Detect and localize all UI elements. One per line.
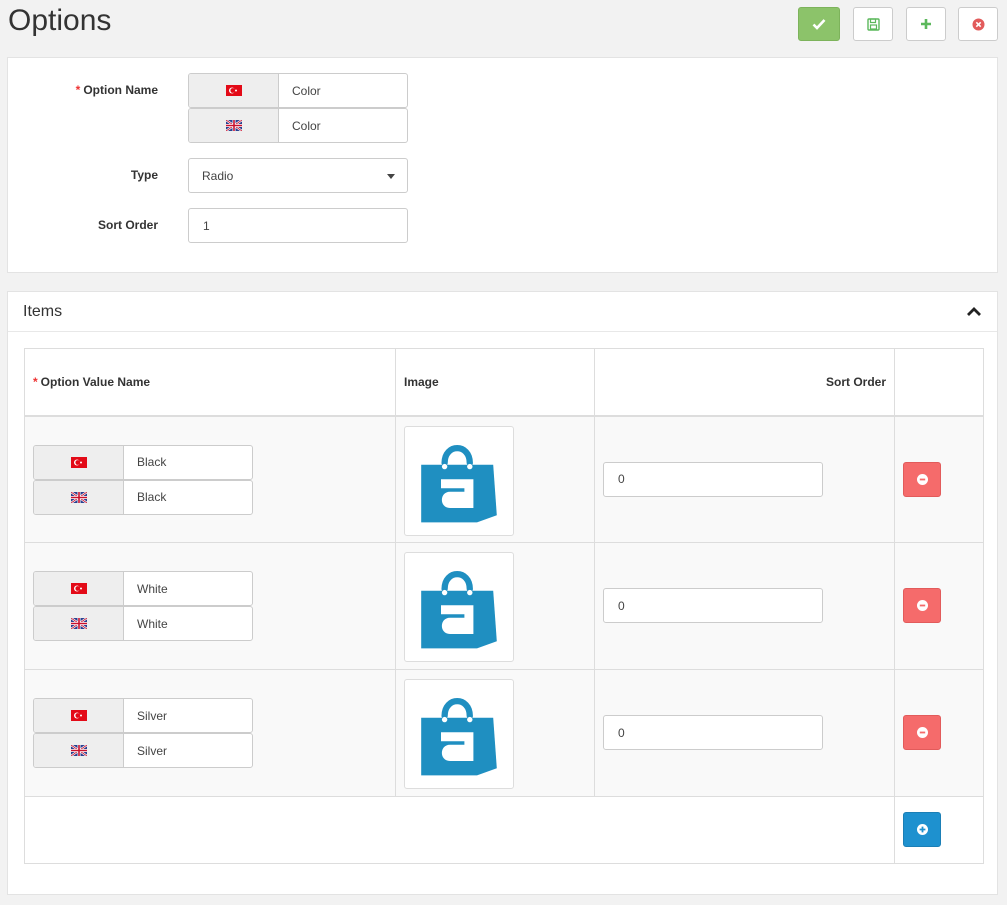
option-form-panel: * Option Name Color Color Type Radio Sort…	[7, 57, 998, 273]
gb-flag-icon	[71, 618, 87, 629]
plus-icon	[921, 19, 931, 29]
sort-order-input[interactable]: 1	[188, 208, 408, 243]
column-header-actions	[894, 348, 984, 416]
option-name-gb-field[interactable]: Color	[188, 108, 408, 143]
items-title: Items	[23, 303, 63, 320]
remove-value-button[interactable]	[903, 715, 941, 750]
add-value-button[interactable]	[903, 812, 941, 847]
tr-flag-icon	[226, 85, 242, 96]
value-name-tr-field[interactable]: White	[33, 571, 253, 606]
type-select[interactable]: Radio	[188, 158, 408, 193]
shopping-bag-logo-icon	[414, 562, 504, 652]
tr-flag-icon	[71, 710, 87, 721]
shopping-bag-logo-icon	[414, 689, 504, 779]
gb-flag-icon	[71, 745, 87, 756]
minus-circle-icon	[916, 600, 928, 611]
caret-down-icon	[387, 174, 395, 179]
value-sort-order-input[interactable]: 0	[603, 715, 823, 750]
check-icon	[812, 19, 826, 30]
times-circle-icon	[972, 18, 984, 30]
type-label: Type	[130, 168, 158, 182]
items-panel: Items * Option Value Name Image Sort Orde…	[7, 291, 998, 895]
column-header-image: Image	[395, 348, 595, 416]
items-panel-header: Items	[8, 292, 997, 332]
shopping-bag-logo-icon	[414, 436, 504, 526]
save-and-close-button[interactable]	[798, 7, 840, 41]
table-row: White White 0	[24, 542, 984, 670]
chevron-up-icon[interactable]	[966, 305, 982, 319]
gb-flag-icon	[71, 492, 87, 503]
table-row: Silver Silver 0	[24, 669, 984, 797]
value-sort-order-input[interactable]: 0	[603, 588, 823, 623]
value-name-gb-field[interactable]: White	[33, 606, 253, 641]
column-header-option-value-name: * Option Value Name	[24, 348, 396, 416]
value-image-thumbnail[interactable]	[404, 552, 514, 662]
add-new-button[interactable]	[906, 7, 946, 41]
value-image-thumbnail[interactable]	[404, 679, 514, 789]
column-header-sort-order: Sort Order	[594, 348, 895, 416]
remove-value-button[interactable]	[903, 461, 941, 497]
option-name-label: * Option Name	[75, 83, 158, 97]
option-name-tr-field[interactable]: Color	[188, 73, 408, 108]
tr-flag-icon	[71, 457, 87, 468]
value-name-gb-field[interactable]: Silver	[33, 733, 253, 768]
gb-flag-icon	[226, 120, 242, 131]
value-image-thumbnail[interactable]	[404, 425, 514, 536]
cancel-button[interactable]	[958, 7, 998, 41]
value-sort-order-input[interactable]: 0	[603, 461, 823, 497]
remove-value-button[interactable]	[903, 588, 941, 623]
value-name-gb-field[interactable]: Black	[33, 479, 253, 515]
value-name-tr-field[interactable]: Black	[33, 444, 253, 480]
minus-circle-icon	[916, 473, 928, 485]
tr-flag-icon	[71, 583, 87, 594]
save-button[interactable]	[853, 7, 893, 41]
floppy-icon	[866, 17, 880, 31]
sort-order-label: Sort Order	[97, 218, 158, 232]
minus-circle-icon	[916, 727, 928, 738]
table-footer-row	[24, 796, 984, 864]
option-values-table: * Option Value Name Image Sort Order Blac…	[24, 348, 984, 864]
table-row: Black Black 0	[24, 415, 984, 543]
page-title: Options	[8, 4, 112, 37]
plus-circle-icon	[916, 824, 928, 835]
value-name-tr-field[interactable]: Silver	[33, 698, 253, 733]
